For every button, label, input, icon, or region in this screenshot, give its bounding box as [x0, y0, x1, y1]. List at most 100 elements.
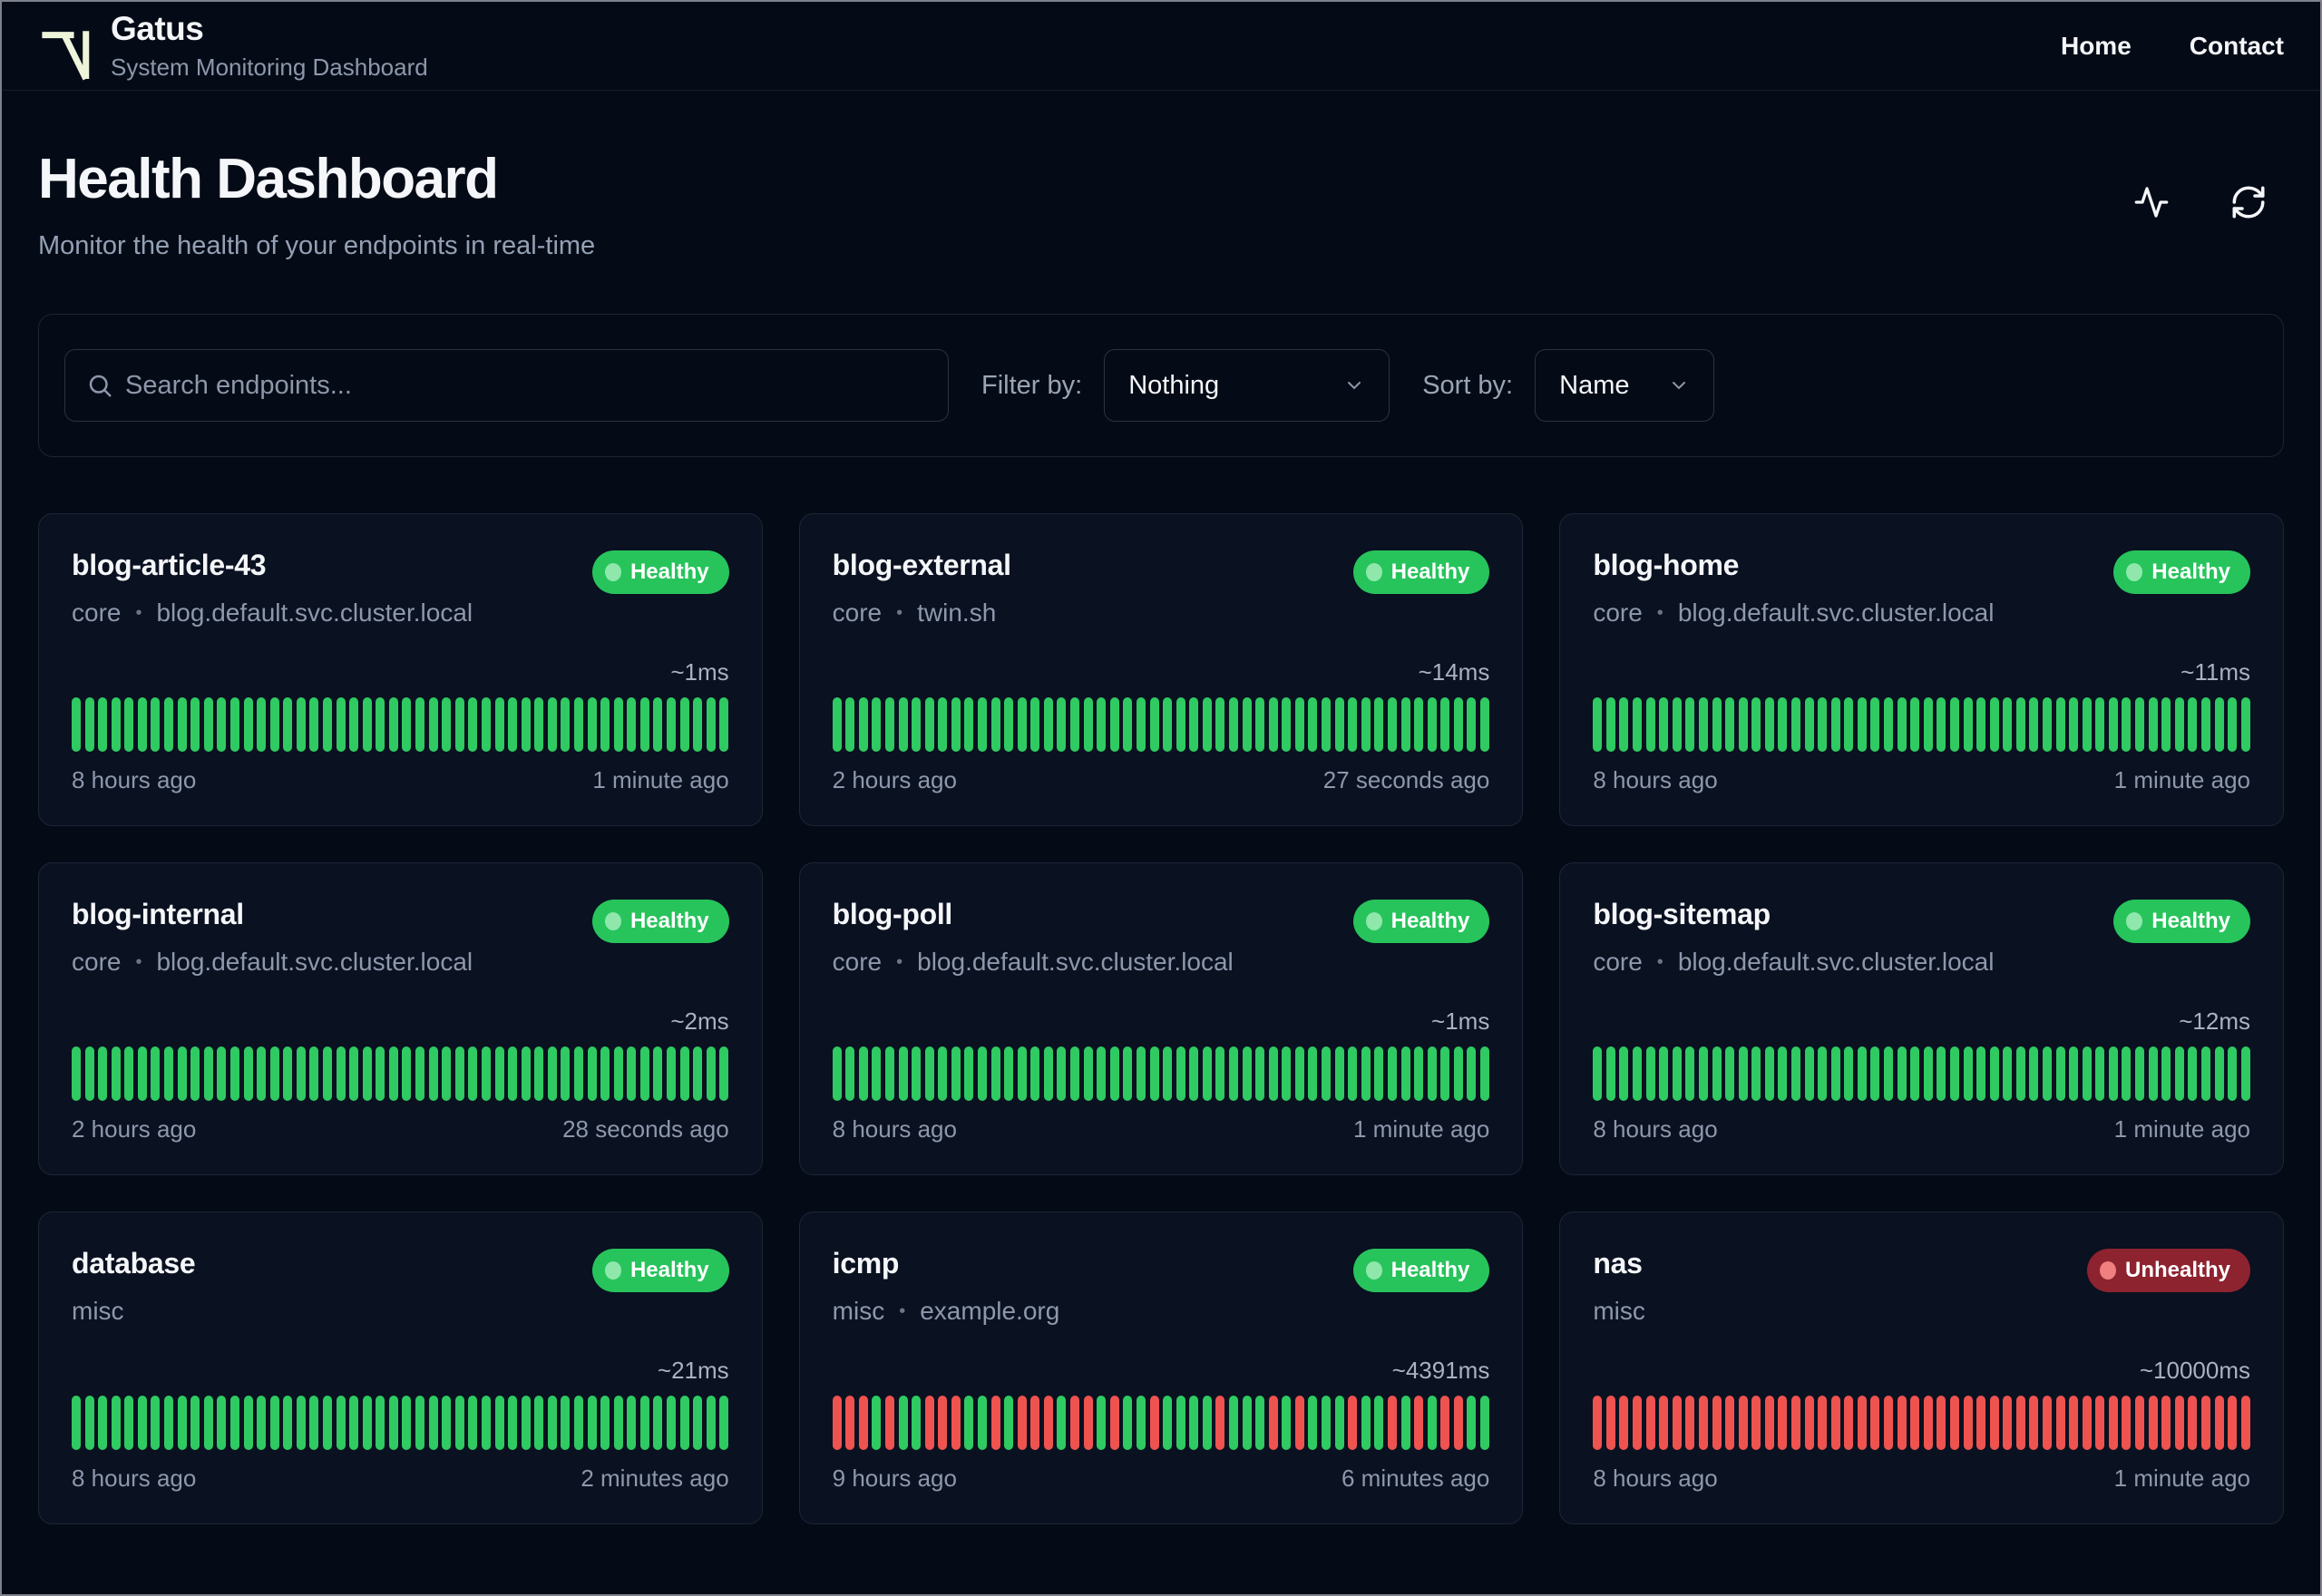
health-bar[interactable] — [587, 1046, 597, 1101]
health-bar[interactable] — [309, 697, 319, 752]
health-bar[interactable] — [454, 1396, 464, 1450]
health-bar[interactable] — [1414, 1396, 1424, 1450]
health-bar[interactable] — [1400, 697, 1410, 752]
health-bar[interactable] — [203, 1046, 213, 1101]
search-input[interactable] — [64, 349, 949, 422]
health-bar[interactable] — [2015, 1396, 2025, 1450]
health-bar[interactable] — [693, 697, 703, 752]
health-bar[interactable] — [203, 697, 213, 752]
health-bar[interactable] — [1698, 1396, 1708, 1450]
health-bar[interactable] — [1659, 1396, 1669, 1450]
health-bar[interactable] — [2135, 1396, 2145, 1450]
health-bar[interactable] — [137, 1046, 147, 1101]
health-bar[interactable] — [1017, 1046, 1027, 1101]
health-bar[interactable] — [468, 1046, 478, 1101]
health-bar[interactable] — [322, 697, 332, 752]
health-bar[interactable] — [1593, 1396, 1603, 1450]
health-bar[interactable] — [349, 1046, 359, 1101]
endpoint-card[interactable]: blog-article-43 core • blog.default.svc.… — [38, 513, 763, 826]
health-bar[interactable] — [203, 1396, 213, 1450]
health-bar[interactable] — [1097, 697, 1107, 752]
health-bar[interactable] — [494, 1396, 504, 1450]
health-bar[interactable] — [1242, 1396, 1252, 1450]
health-bar[interactable] — [534, 697, 544, 752]
health-bar[interactable] — [1870, 697, 1880, 752]
endpoint-card[interactable]: blog-home core • blog.default.svc.cluste… — [1559, 513, 2284, 826]
health-bar[interactable] — [1479, 697, 1489, 752]
health-bar[interactable] — [990, 697, 1000, 752]
health-bar[interactable] — [1374, 697, 1384, 752]
health-bar[interactable] — [2003, 1396, 2013, 1450]
health-bar[interactable] — [1725, 1046, 1735, 1101]
health-bar[interactable] — [561, 1046, 571, 1101]
health-bar[interactable] — [2108, 1396, 2118, 1450]
health-bar[interactable] — [1229, 697, 1238, 752]
health-bar[interactable] — [627, 1046, 637, 1101]
health-bar[interactable] — [1645, 1046, 1655, 1101]
health-bar[interactable] — [872, 1396, 882, 1450]
health-bar[interactable] — [1163, 1396, 1173, 1450]
health-bar[interactable] — [388, 1046, 398, 1101]
health-bar[interactable] — [1030, 1396, 1040, 1450]
health-bar[interactable] — [1242, 1046, 1252, 1101]
health-bar[interactable] — [653, 1046, 663, 1101]
health-bar[interactable] — [164, 697, 174, 752]
health-bar[interactable] — [964, 1396, 974, 1450]
health-bar[interactable] — [2200, 1396, 2210, 1450]
health-bar[interactable] — [1619, 1046, 1629, 1101]
health-bar[interactable] — [494, 697, 504, 752]
health-bar[interactable] — [1804, 1396, 1814, 1450]
health-bar[interactable] — [1467, 1396, 1477, 1450]
health-bar[interactable] — [978, 1046, 988, 1101]
health-bar[interactable] — [1083, 1046, 1093, 1101]
health-bar[interactable] — [2003, 697, 2013, 752]
health-bar[interactable] — [1725, 697, 1735, 752]
health-bar[interactable] — [1818, 1396, 1828, 1450]
health-bar[interactable] — [322, 1396, 332, 1450]
health-bar[interactable] — [1672, 1046, 1682, 1101]
health-bar[interactable] — [912, 697, 922, 752]
health-bar[interactable] — [1057, 1046, 1067, 1101]
health-bar[interactable] — [1725, 1396, 1735, 1450]
health-bar[interactable] — [72, 1396, 81, 1450]
health-bar[interactable] — [1976, 697, 1986, 752]
health-bar[interactable] — [2015, 1046, 2025, 1101]
health-bar[interactable] — [639, 1046, 649, 1101]
health-bar[interactable] — [1083, 697, 1093, 752]
health-bar[interactable] — [1593, 1046, 1603, 1101]
health-bar[interactable] — [151, 697, 161, 752]
health-bar[interactable] — [573, 1396, 583, 1450]
health-bar[interactable] — [388, 697, 398, 752]
nav-contact-link[interactable]: Contact — [2190, 32, 2284, 61]
health-bar[interactable] — [2228, 697, 2238, 752]
health-bar[interactable] — [547, 1396, 557, 1450]
health-bar[interactable] — [1923, 697, 1933, 752]
health-bar[interactable] — [257, 1046, 267, 1101]
health-bar[interactable] — [653, 1396, 663, 1450]
health-bar[interactable] — [1440, 1046, 1450, 1101]
health-bar[interactable] — [1453, 1396, 1463, 1450]
health-bar[interactable] — [1255, 1396, 1265, 1450]
health-bar[interactable] — [494, 1046, 504, 1101]
health-bar[interactable] — [1751, 1046, 1761, 1101]
health-bar[interactable] — [2055, 1046, 2065, 1101]
health-bar[interactable] — [454, 697, 464, 752]
endpoint-card[interactable]: nas misc Unhealthy ~10000ms 8 hours ago … — [1559, 1212, 2284, 1524]
health-bar[interactable] — [1149, 1396, 1159, 1450]
health-bar[interactable] — [964, 1046, 974, 1101]
health-bar[interactable] — [1764, 697, 1774, 752]
health-bar[interactable] — [1738, 1046, 1748, 1101]
health-bar[interactable] — [362, 697, 372, 752]
health-bar[interactable] — [428, 1046, 438, 1101]
health-bar[interactable] — [1215, 1046, 1225, 1101]
endpoint-card[interactable]: database misc Healthy ~21ms 8 hours ago … — [38, 1212, 763, 1524]
health-bar[interactable] — [1923, 1046, 1933, 1101]
health-bar[interactable] — [481, 1046, 491, 1101]
health-bar[interactable] — [1633, 1396, 1643, 1450]
health-bar[interactable] — [1857, 1396, 1867, 1450]
health-bar[interactable] — [2015, 697, 2025, 752]
health-bar[interactable] — [1804, 697, 1814, 752]
health-bar[interactable] — [547, 1046, 557, 1101]
health-bar[interactable] — [1778, 697, 1788, 752]
health-bar[interactable] — [1361, 697, 1371, 752]
